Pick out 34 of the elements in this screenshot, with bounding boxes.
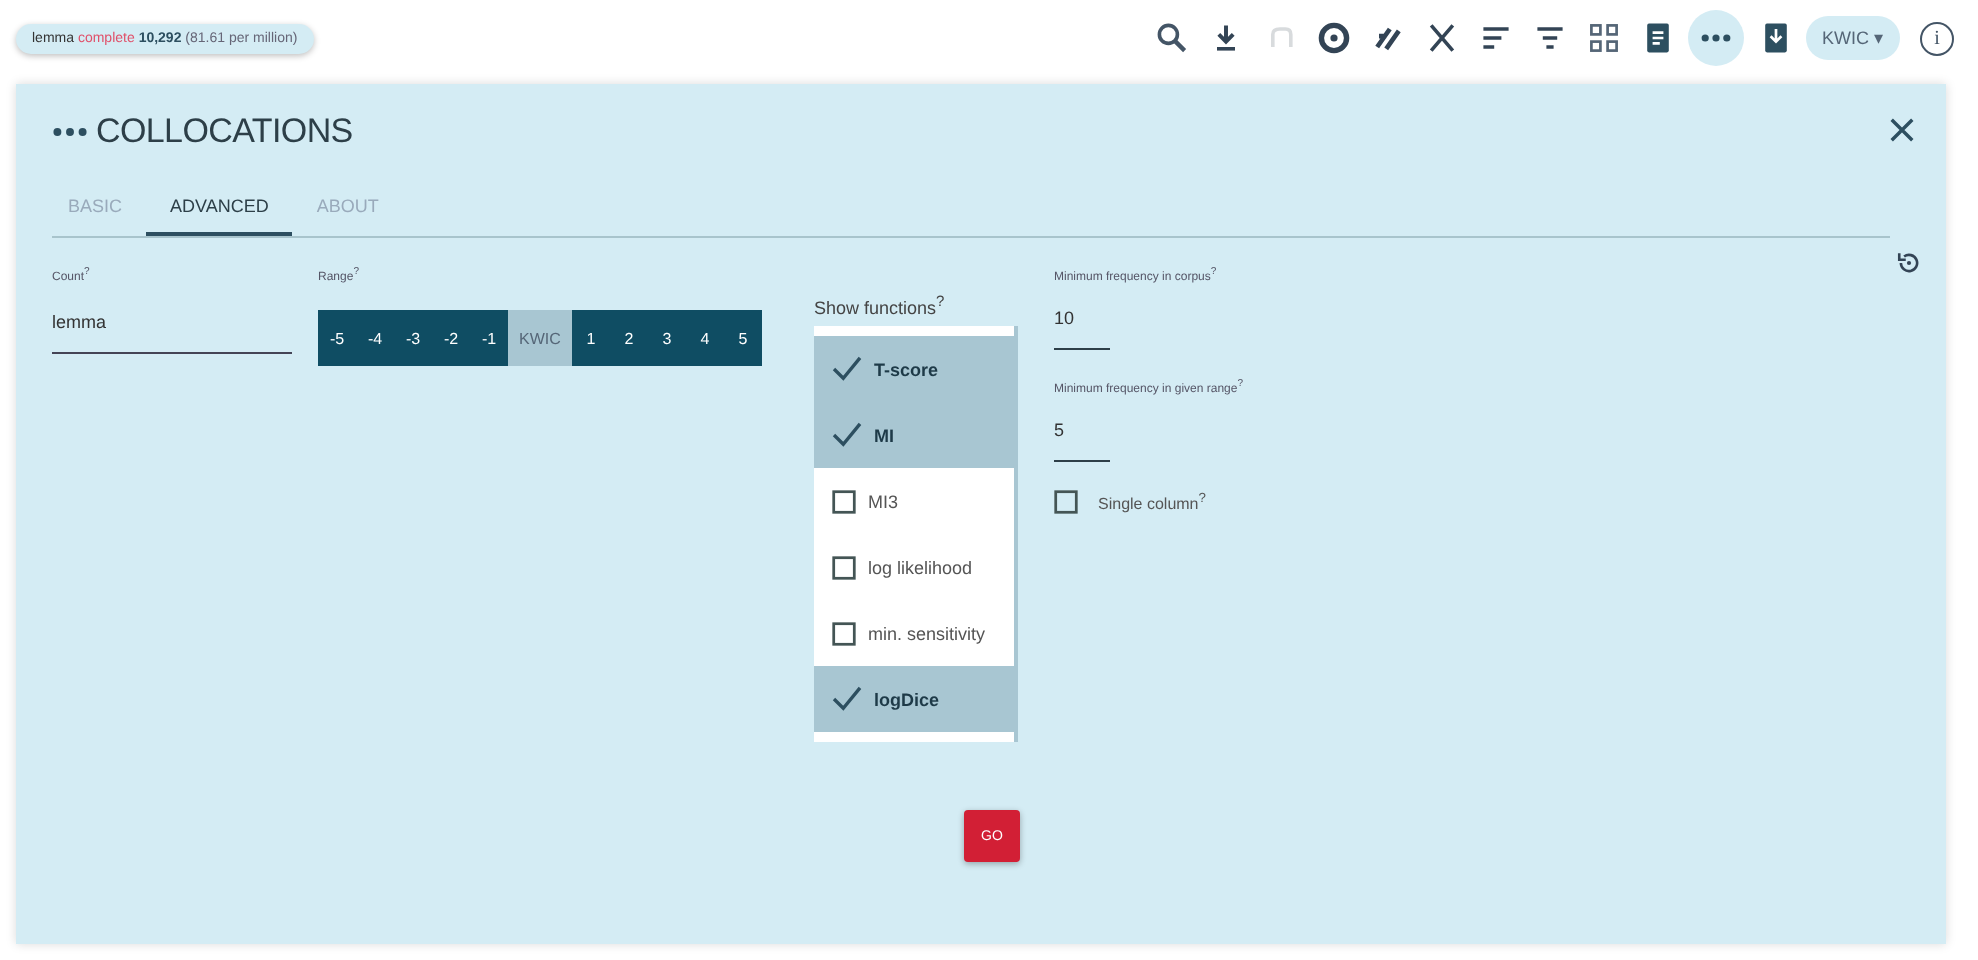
checkbox[interactable] bbox=[1054, 490, 1078, 514]
range-option[interactable]: -1 bbox=[470, 310, 508, 366]
check-icon[interactable] bbox=[832, 422, 862, 448]
range-option[interactable]: -2 bbox=[432, 310, 470, 366]
dots-icon bbox=[52, 126, 88, 138]
range-option[interactable]: -4 bbox=[356, 310, 394, 366]
function-option[interactable]: log likelihood bbox=[814, 534, 1014, 600]
view-mode-button[interactable]: KWIC ▾ bbox=[1806, 16, 1900, 60]
range-option[interactable]: -5 bbox=[318, 310, 356, 366]
function-option[interactable]: min. sensitivity bbox=[814, 600, 1014, 666]
checkbox[interactable] bbox=[832, 621, 856, 645]
range-option[interactable]: 1 bbox=[572, 310, 610, 366]
range-option[interactable]: 3 bbox=[648, 310, 686, 366]
count-field[interactable]: lemma bbox=[52, 284, 292, 354]
range-option[interactable]: -3 bbox=[394, 310, 432, 366]
check-icon[interactable] bbox=[832, 686, 862, 712]
checkbox[interactable] bbox=[832, 555, 856, 579]
function-option[interactable]: logDice bbox=[814, 666, 1014, 732]
function-option[interactable]: MI bbox=[814, 402, 1014, 468]
checkbox-label: Single column$^{?}$ bbox=[1098, 491, 1206, 513]
tab[interactable]: ADVANCED bbox=[146, 188, 293, 236]
function-option[interactable]: T-score bbox=[814, 336, 1014, 402]
range-option[interactable]: 2 bbox=[610, 310, 648, 366]
function-option[interactable]: MI3 bbox=[814, 468, 1014, 534]
check-icon[interactable] bbox=[832, 356, 862, 382]
info-button[interactable]: i bbox=[1920, 21, 1954, 55]
range-option[interactable]: 4 bbox=[686, 310, 724, 366]
number-field[interactable]: 5 bbox=[1054, 396, 1110, 462]
field-label: Show functions$^{?}$ bbox=[814, 292, 947, 318]
more-icon[interactable] bbox=[1688, 10, 1744, 66]
range-option[interactable]: 5 bbox=[724, 310, 762, 366]
dialog-title: COLLOCATIONS bbox=[96, 112, 353, 152]
number-field[interactable]: 10 bbox=[1054, 284, 1110, 350]
checkbox[interactable] bbox=[832, 489, 856, 513]
